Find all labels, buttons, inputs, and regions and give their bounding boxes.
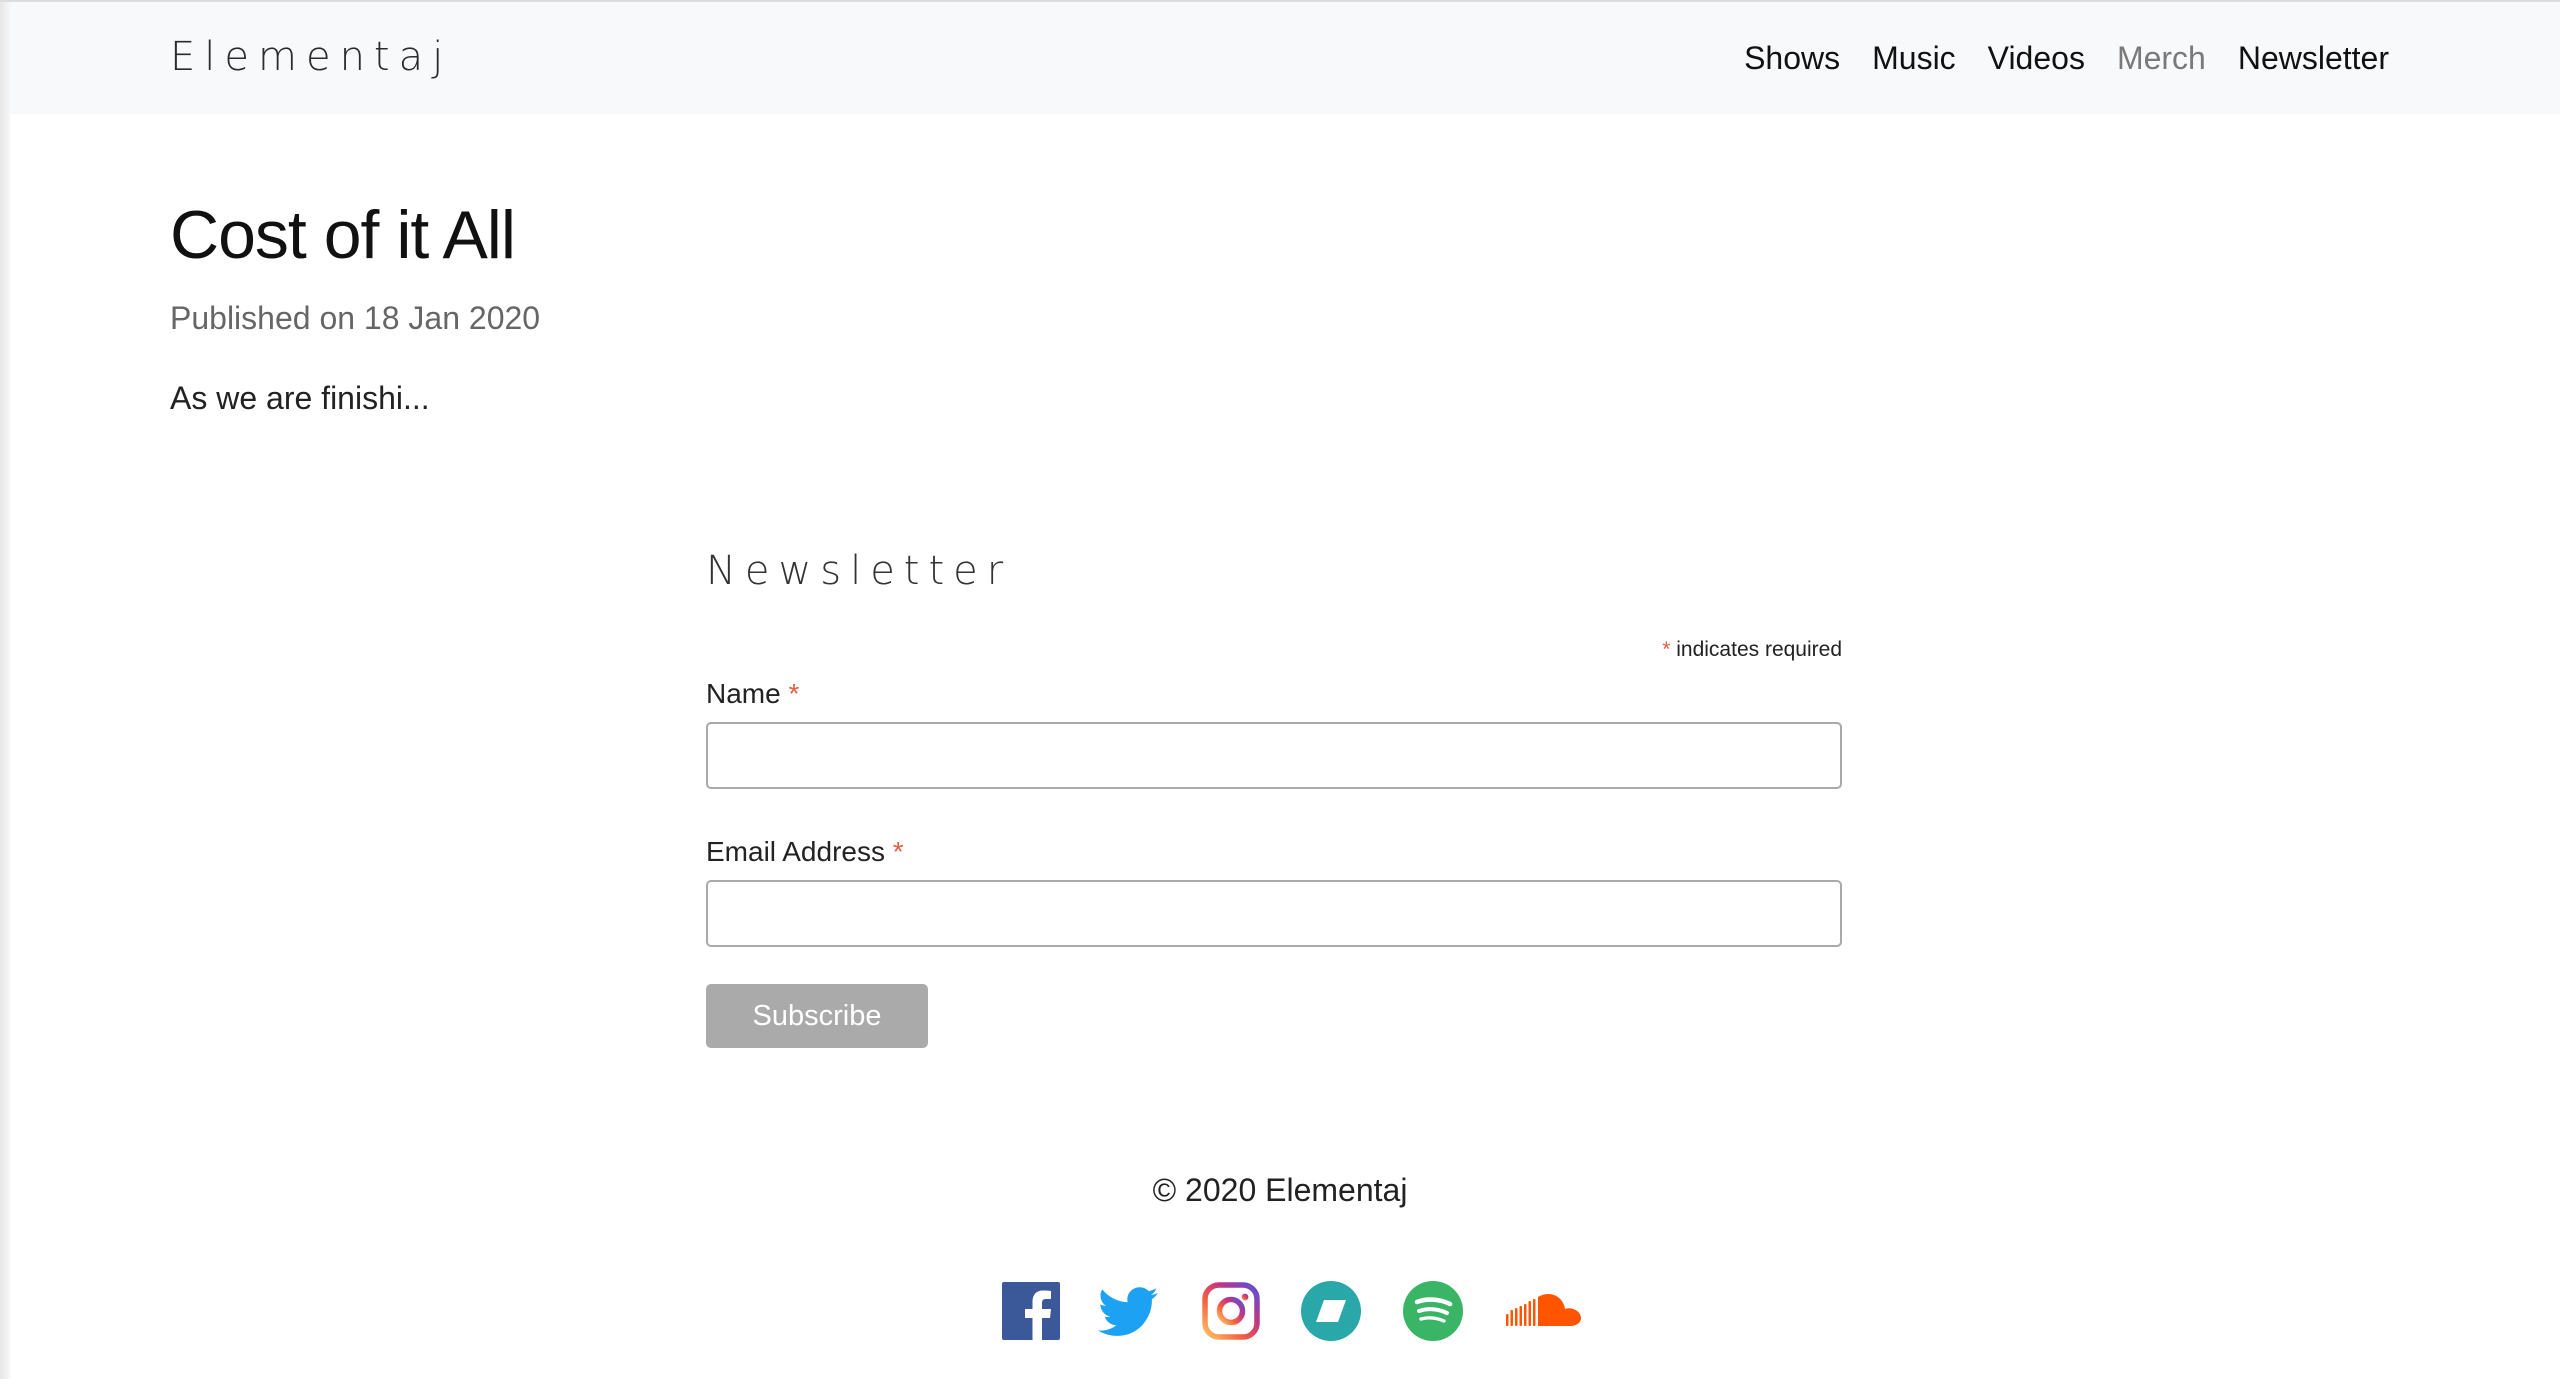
brand-logo[interactable]: Elementaj	[170, 34, 452, 80]
social-links	[1000, 1280, 1600, 1342]
nav-link-shows[interactable]: Shows	[1744, 40, 1840, 77]
required-note-text: indicates required	[1676, 638, 1842, 661]
copyright: © 2020 Elementaj	[1152, 1172, 1408, 1208]
name-label: Name *	[706, 678, 799, 710]
post-excerpt: As we are finishi...	[170, 380, 430, 416]
post-title[interactable]: Cost of it All	[170, 196, 516, 274]
name-required-asterisk: *	[788, 678, 800, 709]
required-note: * indicates required	[1662, 638, 1842, 662]
email-label-text: Email Address	[706, 836, 885, 867]
post-published-date: Published on 18 Jan 2020	[170, 300, 541, 336]
required-asterisk: *	[1662, 638, 1671, 661]
instagram-icon[interactable]	[1200, 1280, 1262, 1342]
bandcamp-icon[interactable]	[1300, 1280, 1362, 1342]
nav-links: Shows Music Videos Merch Newsletter	[1744, 40, 2389, 77]
subscribe-button[interactable]: Subscribe	[706, 984, 928, 1048]
nav-link-newsletter[interactable]: Newsletter	[2238, 40, 2389, 77]
email-label: Email Address *	[706, 836, 904, 868]
facebook-icon[interactable]	[1000, 1280, 1062, 1342]
page: Elementaj Shows Music Videos Merch Newsl…	[0, 0, 2560, 1379]
nav-link-videos[interactable]: Videos	[1988, 40, 2085, 77]
name-input[interactable]	[706, 722, 1842, 789]
nav-link-merch[interactable]: Merch	[2117, 40, 2206, 77]
soundcloud-icon[interactable]	[1504, 1280, 1586, 1342]
spotify-icon[interactable]	[1402, 1280, 1464, 1342]
nav-link-music[interactable]: Music	[1872, 40, 1956, 77]
twitter-icon[interactable]	[1098, 1280, 1160, 1342]
navbar: Elementaj Shows Music Videos Merch Newsl…	[10, 2, 2560, 114]
newsletter-heading: Newsletter	[706, 548, 1013, 594]
email-required-asterisk: *	[892, 836, 904, 867]
name-label-text: Name	[706, 678, 781, 709]
email-input[interactable]	[706, 880, 1842, 947]
